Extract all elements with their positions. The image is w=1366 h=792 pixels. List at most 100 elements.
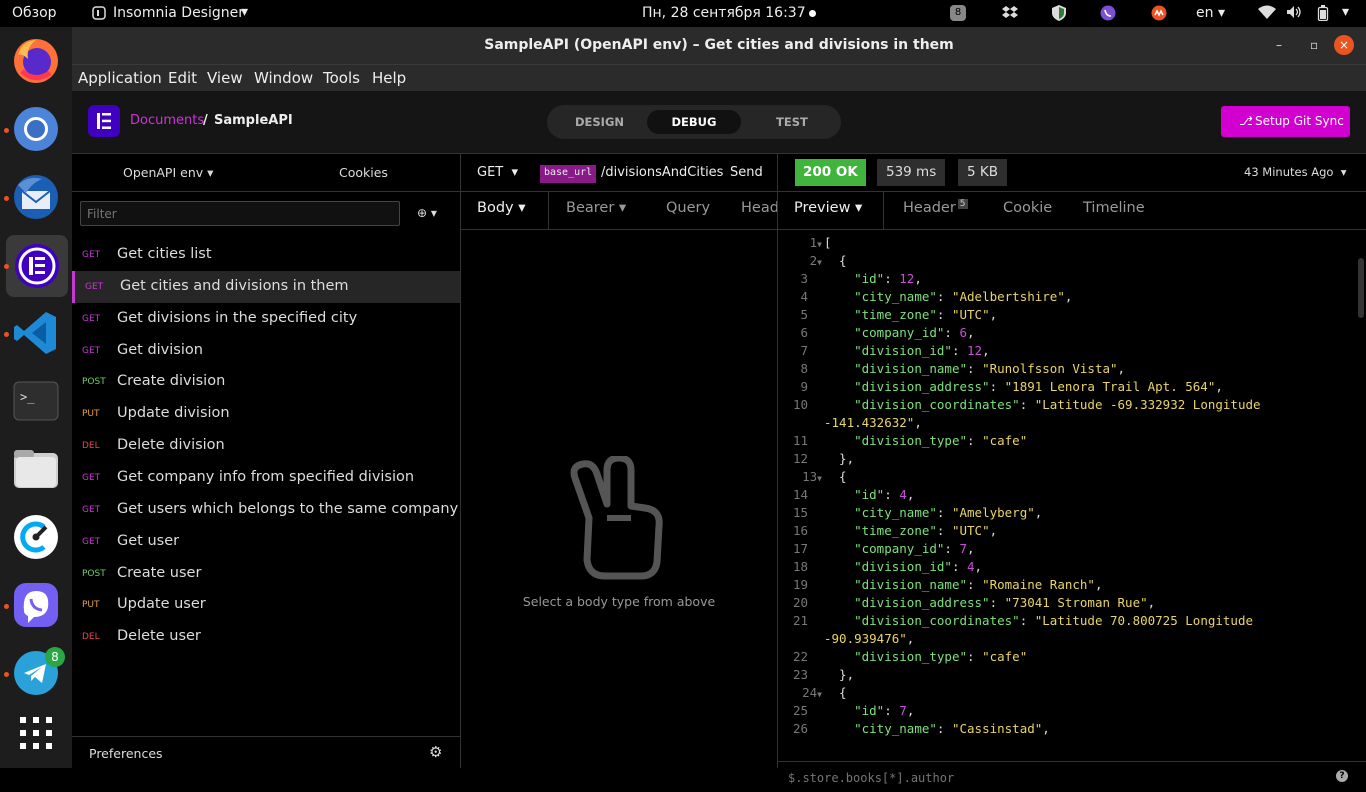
cookies-button[interactable]: Cookies xyxy=(339,165,388,180)
send-button[interactable]: Send xyxy=(730,165,763,180)
request-item[interactable]: GET Get user xyxy=(72,526,460,558)
menu-application[interactable]: Application xyxy=(78,69,162,87)
tab-test[interactable]: TEST xyxy=(776,115,808,129)
viber-tray-icon[interactable] xyxy=(1100,5,1116,25)
environment-dropdown[interactable]: OpenAPI env ▾ xyxy=(123,165,213,180)
code-token: : xyxy=(884,487,900,502)
tab-headers[interactable]: Head xyxy=(741,200,777,216)
viber-icon[interactable] xyxy=(12,581,60,629)
code-token: : xyxy=(944,325,960,340)
code-token: "division_type" xyxy=(854,433,967,448)
request-item[interactable]: DEL Delete division xyxy=(72,430,460,462)
activities-button[interactable]: Обзор xyxy=(12,5,57,21)
tab-debug[interactable]: DEBUG xyxy=(647,110,741,134)
request-item[interactable]: GET Get users which belongs to the same c… xyxy=(72,494,460,526)
tab-header[interactable]: Header 5 xyxy=(903,199,968,216)
code-line: "city_name": "Adelbertshire", xyxy=(824,288,1072,306)
tab-preview[interactable]: Preview ▾ xyxy=(778,192,884,230)
request-item[interactable]: DEL Delete user xyxy=(72,621,460,653)
request-item[interactable]: PUT Update user xyxy=(72,589,460,621)
maximize-button[interactable]: ▫ xyxy=(1310,27,1318,64)
url-variable-tag[interactable]: base_url xyxy=(540,165,597,183)
dropbox-icon[interactable] xyxy=(1002,5,1018,23)
thunderbird-icon[interactable] xyxy=(12,173,60,221)
line-number: 23 xyxy=(778,666,816,684)
shield-icon[interactable] xyxy=(1052,5,1066,25)
request-item[interactable]: POST Create division xyxy=(72,366,460,398)
tray-badge[interactable]: 8 xyxy=(950,5,966,21)
tab-timeline[interactable]: Timeline xyxy=(1083,200,1145,216)
filter-field[interactable] xyxy=(80,201,400,226)
menu-tools[interactable]: Tools xyxy=(323,69,360,87)
volume-icon[interactable] xyxy=(1286,5,1302,23)
clock[interactable]: Пн, 28 сентября 16:37 xyxy=(642,5,806,21)
wifi-icon[interactable] xyxy=(1258,5,1276,23)
request-item[interactable]: GET Get divisions in the specified city xyxy=(72,303,460,335)
fold-arrow-icon[interactable]: ▼ xyxy=(817,240,822,249)
response-body[interactable]: 1▼[2▼ {3 "id": 12, 4 "city_name": "Adelbe… xyxy=(778,234,1358,761)
menu-help[interactable]: Help xyxy=(372,69,406,87)
code-line: "division_id": 4, xyxy=(824,558,982,576)
clockify-icon[interactable] xyxy=(12,513,60,561)
breadcrumb-current: SampleAPI xyxy=(214,113,293,128)
method-dropdown[interactable]: GET ▾ xyxy=(477,165,518,180)
line-number-label: 10 xyxy=(792,397,808,412)
app-menu-label[interactable]: Insomnia Designer xyxy=(113,5,244,21)
add-request-button[interactable]: ⊕ ▾ xyxy=(417,206,437,220)
line-number-label: 25 xyxy=(792,703,808,718)
system-menu-chevron-icon[interactable]: ▾ xyxy=(1342,4,1349,20)
url-path[interactable]: /divisionsAndCities xyxy=(601,165,723,180)
vscode-icon[interactable] xyxy=(12,309,60,357)
tab-cookie[interactable]: Cookie xyxy=(1003,200,1052,216)
help-icon[interactable]: ? xyxy=(1336,770,1348,782)
tab-query[interactable]: Query xyxy=(666,200,710,216)
filter-input[interactable] xyxy=(81,202,399,225)
response-history-dropdown[interactable]: 43 Minutes Ago ▾ xyxy=(1244,165,1347,179)
code-token: { xyxy=(824,253,847,268)
close-button[interactable]: × xyxy=(1334,35,1354,55)
request-method: GET xyxy=(85,281,104,292)
keyboard-layout[interactable]: en ▾ xyxy=(1196,5,1225,21)
tray-app-icon[interactable] xyxy=(1151,5,1167,25)
response-time-badge: 539 ms xyxy=(877,159,946,186)
response-filter-input[interactable] xyxy=(788,768,1308,788)
app-grid-icon[interactable] xyxy=(12,709,60,757)
code-token: , xyxy=(1042,721,1050,736)
line-number-label: 16 xyxy=(792,523,808,538)
minimize-button[interactable]: – xyxy=(1276,27,1282,64)
line-number: 10 xyxy=(778,396,816,414)
fold-arrow-icon[interactable]: ▼ xyxy=(817,474,822,483)
request-name: Get user xyxy=(117,532,180,549)
insomnia-icon[interactable] xyxy=(6,235,68,297)
menu-window[interactable]: Window xyxy=(254,69,313,87)
tab-design[interactable]: DESIGN xyxy=(575,115,624,129)
preferences-button[interactable]: Preferences xyxy=(89,746,163,761)
scrollbar[interactable] xyxy=(1358,258,1364,318)
request-item[interactable]: POST Create user xyxy=(72,558,460,590)
request-item[interactable]: PUT Update division xyxy=(72,398,460,430)
request-item[interactable]: GET Get division xyxy=(72,335,460,367)
menu-view[interactable]: View xyxy=(207,69,243,87)
request-item[interactable]: GET Get cities list xyxy=(72,239,460,271)
battery-icon[interactable] xyxy=(1317,5,1329,25)
setup-git-sync-button[interactable]: ⎇ Setup Git Sync xyxy=(1221,106,1350,137)
request-item[interactable]: GET Get cities and divisions in them xyxy=(72,270,460,303)
gear-icon[interactable]: ⚙ xyxy=(429,743,442,761)
request-item[interactable]: GET Get company info from specified divis… xyxy=(72,462,460,494)
fold-arrow-icon[interactable]: ▼ xyxy=(817,258,822,267)
fold-arrow-icon[interactable]: ▼ xyxy=(817,690,822,699)
menu-edit[interactable]: Edit xyxy=(168,69,197,87)
insomnia-logo-icon[interactable] xyxy=(88,105,120,137)
line-number-label: 6 xyxy=(800,325,808,340)
tab-body[interactable]: Body ▾ xyxy=(461,192,549,229)
running-indicator xyxy=(4,264,9,269)
files-icon[interactable] xyxy=(12,445,60,493)
code-token: , xyxy=(914,415,922,430)
firefox-icon[interactable] xyxy=(12,37,60,85)
breadcrumb-documents[interactable]: Documents xyxy=(130,113,204,128)
tab-bearer[interactable]: Bearer ▾ xyxy=(566,200,626,216)
line-number: 17 xyxy=(778,540,816,558)
chromium-icon[interactable] xyxy=(12,105,60,153)
terminal-icon[interactable]: >_ xyxy=(12,377,60,425)
